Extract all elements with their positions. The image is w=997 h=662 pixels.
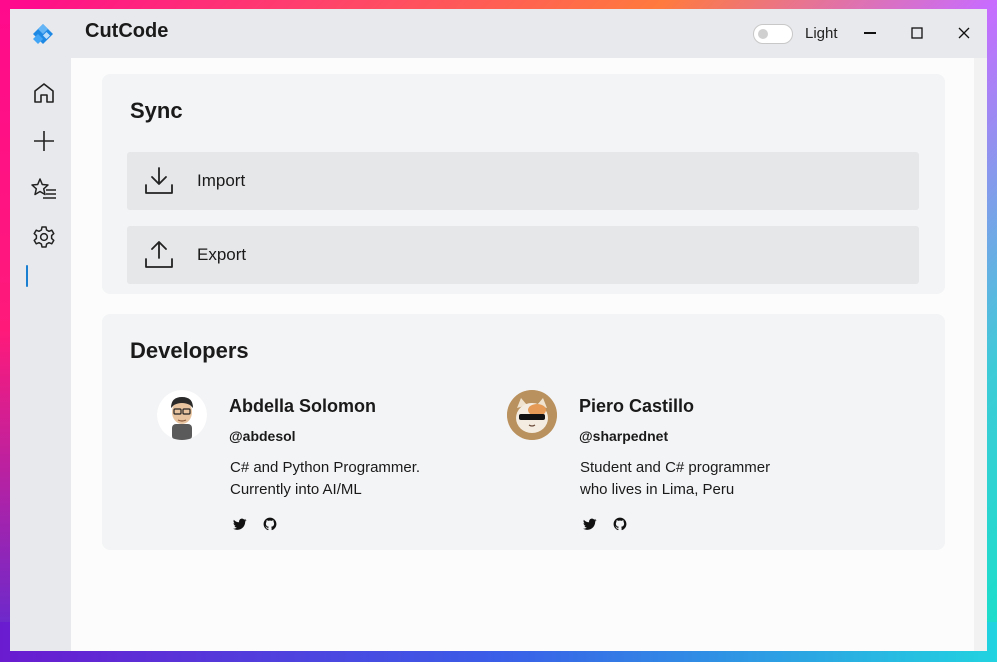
developer-bio-line: C# and Python Programmer. bbox=[230, 459, 421, 476]
active-indicator bbox=[26, 265, 28, 287]
theme-toggle[interactable] bbox=[753, 24, 793, 44]
close-icon bbox=[958, 27, 970, 39]
developer-name: Piero Castillo bbox=[579, 396, 695, 416]
twitter-icon[interactable] bbox=[583, 517, 597, 531]
close-button[interactable] bbox=[952, 21, 976, 45]
maximize-icon bbox=[911, 27, 923, 39]
import-button[interactable]: Import bbox=[127, 152, 919, 210]
developer-bio-line: Currently into AI/ML bbox=[230, 481, 362, 498]
home-icon bbox=[34, 83, 54, 103]
import-label: Import bbox=[197, 171, 246, 190]
export-label: Export bbox=[197, 245, 247, 264]
developer-profile: Abdella Solomon @abdesol C# and Python P… bbox=[157, 390, 477, 540]
title-bar: CutCode Light bbox=[10, 9, 987, 58]
app-window: CutCode Light Sync Import Export Develop… bbox=[10, 9, 987, 651]
github-icon[interactable] bbox=[613, 517, 627, 531]
minimize-icon bbox=[864, 32, 876, 34]
developer-bio-line: Student and C# programmer bbox=[580, 459, 771, 476]
minimize-button[interactable] bbox=[858, 21, 882, 45]
sidebar-item-home[interactable] bbox=[30, 79, 58, 107]
theme-label: Light bbox=[805, 25, 838, 42]
developer-handle: @sharpednet bbox=[579, 428, 669, 444]
developers-title: Developers bbox=[130, 338, 249, 363]
github-icon[interactable] bbox=[263, 517, 277, 531]
sidebar bbox=[10, 58, 71, 651]
upload-icon bbox=[145, 241, 173, 268]
app-logo-icon bbox=[33, 24, 53, 44]
sync-card: Sync Import Export bbox=[102, 74, 945, 294]
developers-card: Developers Abdella Solomon @abdesol C# a… bbox=[102, 314, 945, 550]
sidebar-item-add[interactable] bbox=[30, 127, 58, 155]
developer-bio: C# and Python Programmer. Currently into… bbox=[230, 457, 490, 501]
sync-title: Sync bbox=[130, 98, 183, 123]
developer-handle: @abdesol bbox=[229, 428, 296, 444]
scrollbar[interactable] bbox=[974, 58, 987, 651]
developer-name: Abdella Solomon bbox=[229, 396, 377, 416]
gear-icon bbox=[33, 226, 55, 248]
developer-bio: Student and C# programmer who lives in L… bbox=[580, 457, 840, 501]
twitter-icon[interactable] bbox=[233, 517, 247, 531]
avatar-abdella-icon bbox=[157, 390, 207, 440]
avatar bbox=[157, 390, 207, 440]
download-icon bbox=[145, 167, 173, 194]
developer-profile: Piero Castillo @sharpednet Student and C… bbox=[507, 390, 827, 540]
app-title: CutCode bbox=[85, 20, 169, 42]
sidebar-item-favorites[interactable] bbox=[30, 175, 58, 203]
export-button[interactable]: Export bbox=[127, 226, 919, 284]
maximize-button[interactable] bbox=[905, 21, 929, 45]
developer-bio-line: who lives in Lima, Peru bbox=[580, 481, 735, 498]
plus-icon bbox=[34, 131, 54, 151]
toggle-knob bbox=[758, 29, 768, 39]
avatar bbox=[507, 390, 557, 440]
star-list-icon bbox=[31, 178, 56, 199]
sidebar-item-settings[interactable] bbox=[30, 223, 58, 251]
avatar-cat-icon bbox=[507, 390, 557, 440]
